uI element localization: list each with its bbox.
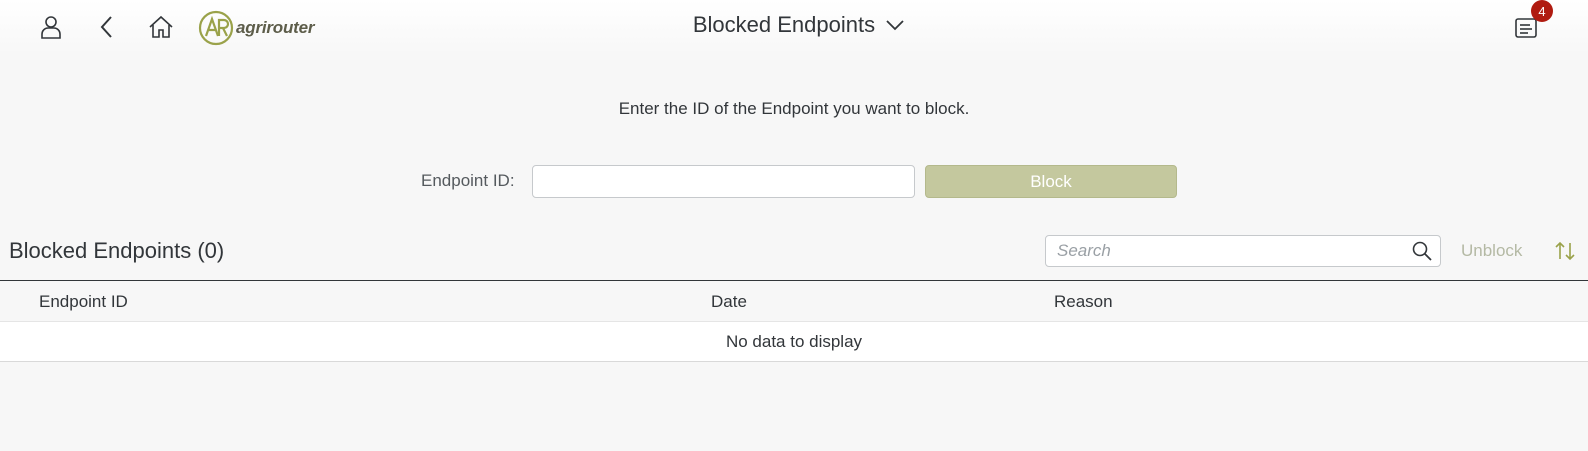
column-header-date[interactable]: Date [711, 292, 747, 312]
no-data-message: No data to display [0, 322, 1588, 362]
endpoint-id-label: Endpoint ID: [421, 171, 515, 190]
block-button[interactable]: Block [925, 165, 1177, 198]
blocked-endpoints-table: Endpoint ID Date Reason No data to displ… [0, 280, 1588, 362]
page-title-dropdown[interactable]: Blocked Endpoints [693, 12, 905, 38]
search-field[interactable] [1045, 235, 1441, 267]
sort-icon[interactable] [1553, 239, 1577, 263]
page-title: Blocked Endpoints [692, 12, 876, 37]
search-icon[interactable] [1411, 240, 1433, 262]
table-header: Endpoint ID Date Reason [0, 280, 1588, 322]
notification-count-badge: 4 [1531, 0, 1553, 22]
title-bar: Blocked Endpoints [0, 12, 1588, 38]
endpoint-id-input[interactable] [532, 165, 915, 198]
blocked-endpoints-title: Blocked Endpoints (0) [9, 238, 225, 263]
chevron-down-icon [886, 20, 904, 31]
unblock-button[interactable]: Unblock [1461, 241, 1522, 261]
shell-header: agrirouter Blocked Endpoints 4 [0, 0, 1588, 54]
search-input[interactable] [1046, 236, 1396, 266]
block-instruction: Enter the ID of the Endpoint you want to… [618, 99, 970, 118]
column-header-endpoint-id[interactable]: Endpoint ID [39, 292, 128, 312]
column-header-reason[interactable]: Reason [1054, 292, 1113, 312]
